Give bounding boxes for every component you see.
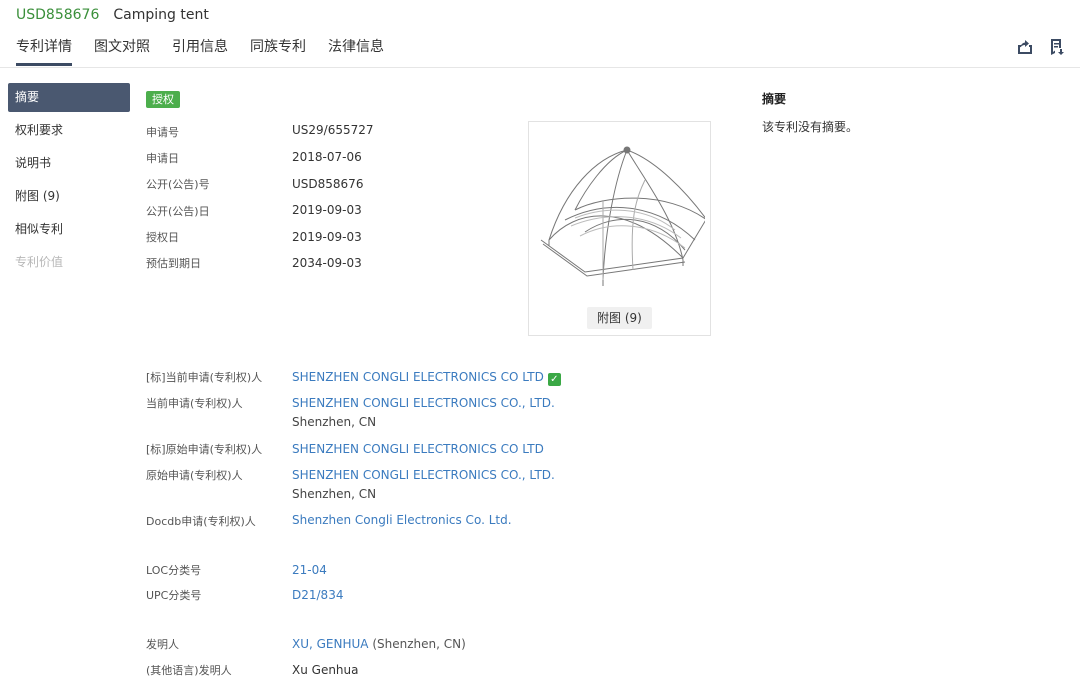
share-icon[interactable] — [1016, 38, 1034, 56]
docdb-assignee-label: Docdb申请(专利权)人 — [146, 515, 256, 528]
sidebar-item-abstract[interactable]: 摘要 — [8, 83, 130, 112]
abstract-heading: 摘要 — [762, 92, 787, 106]
patent-title-row: USD858676 Camping tent — [16, 5, 209, 25]
grant-date-value: 2019-09-03 — [292, 230, 362, 244]
toolbar-icons — [1016, 38, 1066, 56]
publication-number-value: USD858676 — [292, 177, 364, 191]
tent-drawing-icon — [540, 146, 705, 286]
bookmark-download-icon[interactable] — [1048, 38, 1066, 56]
inventor-link[interactable]: XU, GENHUA — [292, 637, 369, 651]
tab-patent-detail[interactable]: 专利详情 — [16, 36, 72, 66]
current-assignee-label: 当前申请(专利权)人 — [146, 397, 243, 410]
upc-class-label: UPC分类号 — [146, 589, 202, 602]
publication-date-label: 公开(公告)日 — [146, 205, 210, 218]
inventor-location: (Shenzhen, CN) — [372, 637, 466, 651]
application-number-label: 申请号 — [146, 126, 179, 139]
sidebar-item-description[interactable]: 说明书 — [8, 149, 130, 178]
loc-class-link[interactable]: 21-04 — [292, 563, 327, 577]
sidebar-item-similar[interactable]: 相似专利 — [8, 215, 130, 244]
current-assignee-link[interactable]: SHENZHEN CONGLI ELECTRONICS CO., LTD. — [292, 396, 555, 410]
section-sidebar: 摘要 权利要求 说明书 附图 (9) 相似专利 专利价值 — [8, 83, 130, 281]
publication-number-label: 公开(公告)号 — [146, 178, 210, 191]
current-assignee-location: Shenzhen, CN — [292, 415, 377, 429]
top-bar: USD858676 Camping tent 专利详情 图文对照 引用信息 同族… — [0, 0, 1080, 68]
inventor-value: XU, GENHUA (Shenzhen, CN) — [292, 637, 466, 651]
tab-family[interactable]: 同族专利 — [250, 36, 306, 64]
grant-date-label: 授权日 — [146, 231, 179, 244]
tab-legal[interactable]: 法律信息 — [328, 36, 384, 64]
original-assignee-link[interactable]: SHENZHEN CONGLI ELECTRONICS CO., LTD. — [292, 468, 555, 482]
std-original-assignee-link[interactable]: SHENZHEN CONGLI ELECTRONICS CO LTD — [292, 442, 544, 456]
loc-class-label: LOC分类号 — [146, 564, 202, 577]
detail-tabs: 专利详情 图文对照 引用信息 同族专利 法律信息 — [16, 36, 406, 66]
docdb-assignee-link[interactable]: Shenzhen Congli Electronics Co. Ltd. — [292, 513, 512, 527]
figure-thumbnail[interactable]: 附图 (9) — [528, 121, 711, 336]
std-current-assignee-name[interactable]: SHENZHEN CONGLI ELECTRONICS CO LTD — [292, 370, 544, 384]
publication-number: USD858676 — [16, 7, 100, 23]
inventor-other-lang-label: (其他语言)发明人 — [146, 664, 232, 677]
inventor-other-lang-value: Xu Genhua — [292, 663, 359, 677]
verified-check-icon: ✓ — [547, 373, 561, 386]
original-assignee-location: Shenzhen, CN — [292, 487, 377, 501]
status-badge: 授权 — [146, 91, 180, 108]
expiry-date-label: 预估到期日 — [146, 257, 201, 270]
application-number-value: US29/655727 — [292, 123, 374, 137]
patent-title: Camping tent — [113, 7, 209, 23]
upc-class-link[interactable]: D21/834 — [292, 588, 343, 602]
abstract-text: 该专利没有摘要。 — [762, 120, 859, 134]
std-original-assignee-label: [标]原始申请(专利权)人 — [146, 443, 263, 456]
tab-citations[interactable]: 引用信息 — [172, 36, 228, 64]
expiry-date-value: 2034-09-03 — [292, 256, 362, 270]
application-date-value: 2018-07-06 — [292, 150, 362, 164]
original-assignee-label: 原始申请(专利权)人 — [146, 469, 243, 482]
sidebar-item-value: 专利价值 — [15, 255, 64, 269]
publication-date-value: 2019-09-03 — [292, 203, 362, 217]
std-current-assignee-label: [标]当前申请(专利权)人 — [146, 371, 263, 384]
std-current-assignee-link[interactable]: SHENZHEN CONGLI ELECTRONICS CO LTD ✓ — [292, 370, 561, 386]
sidebar-item-figures[interactable]: 附图 (9) — [8, 182, 130, 211]
sidebar-item-claims[interactable]: 权利要求 — [8, 116, 130, 145]
inventor-label: 发明人 — [146, 638, 179, 651]
figures-button[interactable]: 附图 (9) — [587, 307, 652, 329]
tab-text-image[interactable]: 图文对照 — [94, 36, 150, 64]
application-date-label: 申请日 — [146, 152, 179, 165]
